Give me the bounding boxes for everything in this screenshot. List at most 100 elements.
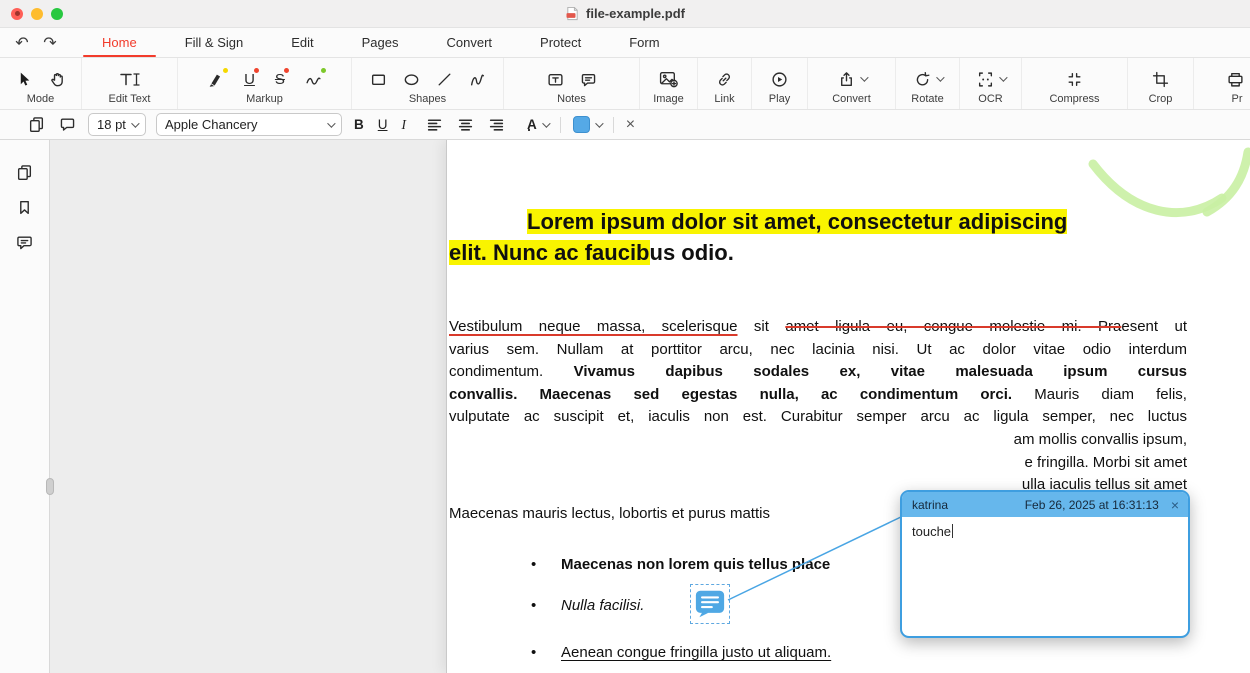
ribbon-group-label: Notes: [557, 93, 586, 105]
comment-close-button[interactable]: ×: [1171, 498, 1179, 512]
comment-bubble-icon: [580, 71, 597, 88]
comment-note-tool-button[interactable]: [580, 71, 597, 88]
play-icon: [771, 71, 788, 88]
ellipse-icon: [403, 71, 420, 88]
close-format-bar-button[interactable]: ×: [624, 116, 637, 134]
ribbon-group-label: Mode: [27, 93, 55, 105]
pen-tool-button[interactable]: [305, 71, 322, 88]
compress-button[interactable]: [1066, 71, 1083, 88]
align-left-button[interactable]: [424, 116, 445, 133]
underline-button[interactable]: U: [376, 117, 390, 132]
list-item-text: Maecenas non lorem quis tellus place: [561, 554, 830, 577]
highlighted-text: Lorem ipsum dolor sit amet, consectetur …: [527, 209, 1067, 234]
chevron-down-icon: [860, 73, 868, 81]
play-presentation-button[interactable]: [771, 71, 788, 88]
font-family-dropdown[interactable]: Apple Chancery: [156, 113, 342, 136]
convert-button[interactable]: [838, 71, 866, 88]
text-color-button[interactable]: A: [525, 117, 550, 132]
bold-button[interactable]: B: [352, 117, 366, 132]
ribbon-group-label: Pr: [1232, 93, 1243, 105]
comment-body[interactable]: touche: [902, 517, 1188, 546]
undo-button[interactable]: ↶: [8, 28, 36, 57]
strikethrough-tool-button[interactable]: S: [275, 71, 285, 88]
edit-text-tool-button[interactable]: [119, 71, 141, 88]
rectangle-icon: [370, 71, 387, 88]
close-window-button[interactable]: [11, 8, 23, 20]
text-box-icon: [547, 71, 564, 88]
minimize-window-button[interactable]: [31, 8, 43, 20]
squiggle-pen-icon: [305, 71, 322, 88]
ribbon-group-label: Edit Text: [109, 93, 151, 105]
link-icon: [716, 71, 733, 88]
list-item-text: Aenean congue fringilla justo ut aliquam…: [561, 642, 831, 665]
fill-color-button[interactable]: [571, 116, 603, 133]
pdf-page[interactable]: Lorem ipsum dolor sit amet, consectetur …: [447, 140, 1250, 673]
work-area: Lorem ipsum dolor sit amet, consectetur …: [0, 140, 1250, 673]
pages-icon: [16, 164, 33, 181]
ribbon-group-convert: Convert: [808, 58, 896, 109]
zoom-window-button[interactable]: [51, 8, 63, 20]
heading-line-1: Lorem ipsum dolor sit amet, consectetur …: [449, 206, 1187, 237]
highlight-tool-button[interactable]: [207, 71, 224, 88]
ocr-button[interactable]: [977, 71, 1005, 88]
rectangle-shape-button[interactable]: [370, 71, 387, 88]
hand-tool-button[interactable]: [49, 71, 66, 88]
tab-edit[interactable]: Edit: [267, 28, 337, 57]
tab-form[interactable]: Form: [605, 28, 683, 57]
insert-image-button[interactable]: [659, 70, 678, 88]
comment-popup-header: katrina Feb 26, 2025 at 16:31:13 ×: [902, 492, 1188, 517]
copy-style-button[interactable]: [26, 116, 47, 133]
tab-protect[interactable]: Protect: [516, 28, 605, 57]
align-right-button[interactable]: [486, 116, 507, 133]
print-button[interactable]: [1227, 71, 1244, 88]
italic-button[interactable]: I: [400, 117, 409, 133]
chevron-down-icon: [595, 119, 603, 127]
pointer-tool-button[interactable]: [16, 71, 33, 88]
ribbon-group-protect-partial: Pr: [1194, 58, 1250, 109]
chevron-down-icon: [327, 119, 335, 127]
paragraph-line-fragment: am mollis convallis ipsum,: [449, 429, 1187, 452]
add-link-button[interactable]: [716, 71, 733, 88]
sidebar-bookmarks-button[interactable]: [16, 199, 33, 219]
ribbon-group-compress: Compress: [1022, 58, 1128, 109]
ribbon-group-label: Shapes: [409, 93, 446, 105]
text-caret: [952, 524, 953, 538]
rotate-button[interactable]: [914, 71, 942, 88]
add-comment-button[interactable]: [57, 116, 78, 133]
compress-icon: [1066, 71, 1083, 88]
bookmark-icon: [16, 199, 33, 216]
font-size-dropdown[interactable]: 18 pt: [88, 113, 146, 136]
left-sidebar-strip: [0, 140, 50, 673]
panel-resize-handle[interactable]: [46, 478, 54, 495]
tab-pages[interactable]: Pages: [338, 28, 423, 57]
chevron-down-icon: [542, 119, 550, 127]
tab-fill-sign[interactable]: Fill & Sign: [161, 28, 268, 57]
sidebar-annotations-button[interactable]: [16, 234, 33, 254]
ribbon-group-label: Markup: [246, 93, 283, 105]
note-annotation[interactable]: [690, 584, 730, 624]
chevron-down-icon: [936, 73, 944, 81]
tab-convert[interactable]: Convert: [423, 28, 517, 57]
redo-button[interactable]: ↷: [36, 28, 64, 57]
ribbon-group-notes: Notes: [504, 58, 640, 109]
ellipse-shape-button[interactable]: [403, 71, 420, 88]
comment-timestamp: Feb 26, 2025 at 16:31:13: [1025, 498, 1159, 512]
comment-popup[interactable]: katrina Feb 26, 2025 at 16:31:13 × touch…: [900, 490, 1190, 638]
tool-color-dot: [284, 68, 289, 73]
ribbon-group-label: Compress: [1049, 93, 1099, 105]
tab-home[interactable]: Home: [78, 28, 161, 57]
line-shape-button[interactable]: [436, 71, 453, 88]
ribbon-group-rotate: Rotate: [896, 58, 960, 109]
ribbon-group-ocr: OCR: [960, 58, 1022, 109]
freehand-shape-button[interactable]: [469, 71, 486, 88]
sidebar-thumbnails-button[interactable]: [16, 164, 33, 184]
ribbon-group-label: Rotate: [911, 93, 943, 105]
export-icon: [838, 71, 855, 88]
align-center-button[interactable]: [455, 116, 476, 133]
underline-icon: U: [244, 71, 255, 88]
strikethrough-icon: S: [275, 71, 285, 88]
document-canvas[interactable]: Lorem ipsum dolor sit amet, consectetur …: [50, 140, 1250, 673]
text-note-tool-button[interactable]: [547, 71, 564, 88]
underline-tool-button[interactable]: U: [244, 71, 255, 88]
crop-button[interactable]: [1152, 71, 1169, 88]
